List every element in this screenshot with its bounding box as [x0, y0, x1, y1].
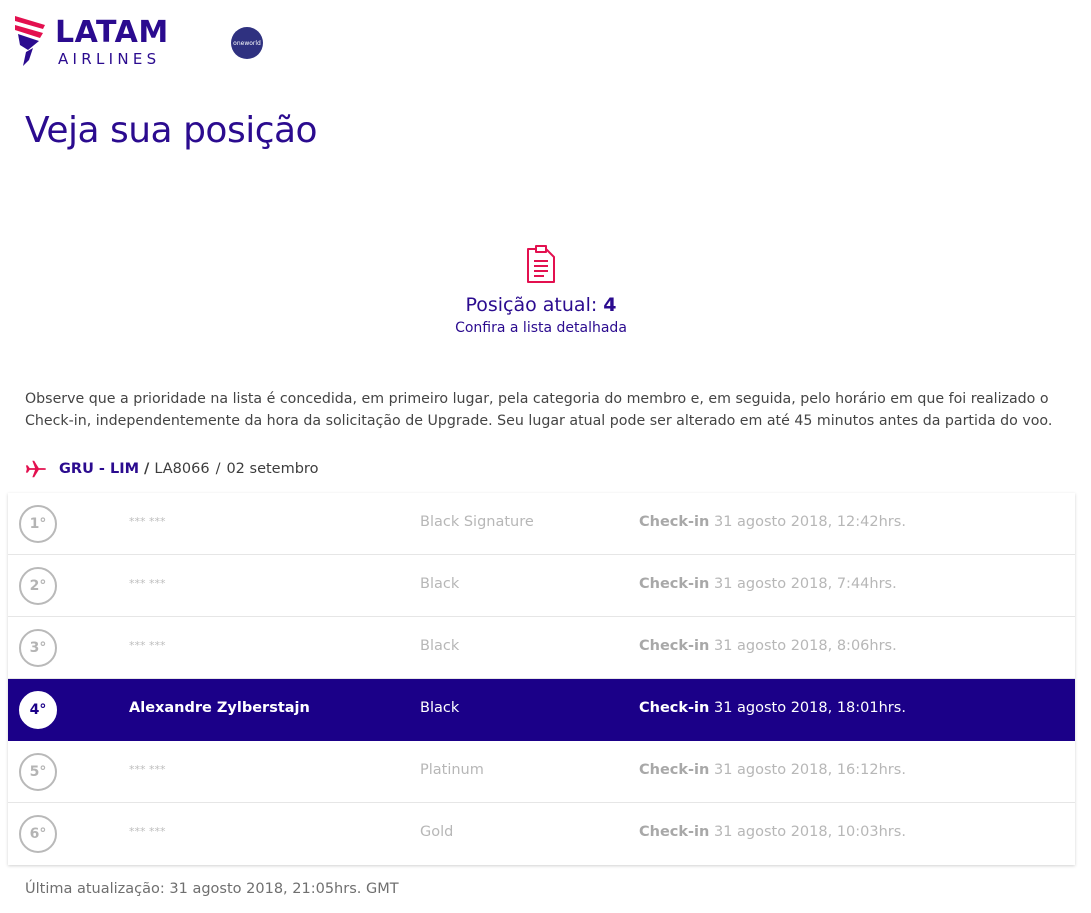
checkin-time: Check-in 31 agosto 2018, 12:42hrs.: [639, 514, 906, 530]
member-category: Black: [420, 638, 460, 654]
member-category: Black: [420, 576, 460, 592]
checkin-value: 31 agosto 2018, 10:03hrs.: [713, 824, 906, 840]
checkin-label: Check-in: [639, 824, 710, 840]
flight-separator: /: [144, 461, 150, 477]
priority-note: Observe que a prioridade na lista é conc…: [25, 391, 1053, 429]
rank-badge: 2°: [19, 567, 57, 605]
upgrade-waitlist: 1° *** *** Black Signature Check-in 31 agos…: [8, 493, 1075, 865]
checkin-label: Check-in: [639, 700, 710, 716]
checkin-time: Check-in 31 agosto 2018, 7:44hrs.: [639, 576, 897, 592]
rank-badge: 3°: [19, 629, 57, 667]
passenger-name: *** ***: [129, 639, 166, 652]
current-position-value: 4: [603, 294, 617, 316]
current-position-label: Posição atual:: [465, 294, 598, 316]
checkin-time: Check-in 31 agosto 2018, 18:01hrs.: [639, 700, 906, 716]
table-row: 2° *** *** Black Check-in 31 agosto 2018, 7…: [8, 555, 1075, 617]
rank-badge: 1°: [19, 505, 57, 543]
table-row: 1° *** *** Black Signature Check-in 31 agos…: [8, 493, 1075, 555]
oneworld-badge: oneworld: [231, 27, 263, 59]
position-summary: Posição atual: 4 Confira a lista detalha…: [0, 244, 1082, 336]
checkin-label: Check-in: [639, 638, 710, 654]
flight-route: GRU - LIM: [59, 461, 140, 477]
passenger-name: *** ***: [129, 577, 166, 590]
passenger-name: *** ***: [129, 825, 166, 838]
document-list-icon: [527, 245, 555, 283]
rank-badge: 4°: [19, 691, 57, 729]
checkin-time: Check-in 31 agosto 2018, 10:03hrs.: [639, 824, 906, 840]
last-update: Última atualização: 31 agosto 2018, 21:0…: [25, 881, 399, 897]
header: LATAM AIRLINES oneworld: [0, 0, 1091, 100]
page-title: Veja sua posição: [25, 110, 318, 151]
table-row: 6° *** *** Gold Check-in 31 agosto 2018, 10…: [8, 803, 1075, 865]
airplane-icon: [25, 460, 47, 478]
checkin-value: 31 agosto 2018, 16:12hrs.: [713, 762, 906, 778]
checkin-label: Check-in: [639, 576, 710, 592]
flight-info: GRU - LIM / LA8066 / 02 setembro: [25, 456, 318, 482]
latam-logo-icon: [15, 16, 45, 66]
passenger-name: *** ***: [129, 763, 166, 776]
brand-name: LATAM: [55, 15, 169, 50]
checkin-value: 31 agosto 2018, 7:44hrs.: [713, 576, 897, 592]
checkin-value: 31 agosto 2018, 18:01hrs.: [713, 700, 906, 716]
rank-badge: 5°: [19, 753, 57, 791]
table-row: 3° *** *** Black Check-in 31 agosto 2018, 8…: [8, 617, 1075, 679]
table-row: 4° Alexandre Zylberstajn Black Check-in 31 …: [8, 679, 1075, 741]
checkin-value: 31 agosto 2018, 8:06hrs.: [713, 638, 897, 654]
brand-subtitle: AIRLINES: [58, 50, 161, 68]
member-category: Black: [420, 700, 460, 716]
flight-separator-2: /: [215, 461, 221, 477]
checkin-time: Check-in 31 agosto 2018, 16:12hrs.: [639, 762, 906, 778]
passenger-name: *** ***: [129, 515, 166, 528]
current-position: Posição atual: 4: [0, 293, 1082, 317]
table-row: 5° *** *** Platinum Check-in 31 agosto 2018…: [8, 741, 1075, 803]
checkin-label: Check-in: [639, 762, 710, 778]
passenger-name: Alexandre Zylberstajn: [129, 700, 310, 716]
member-category: Gold: [420, 824, 454, 840]
checkin-label: Check-in: [639, 514, 710, 530]
detailed-list-link[interactable]: Confira a lista detalhada: [455, 320, 627, 336]
member-category: Platinum: [420, 762, 484, 778]
checkin-time: Check-in 31 agosto 2018, 8:06hrs.: [639, 638, 897, 654]
rank-badge: 6°: [19, 815, 57, 853]
checkin-value: 31 agosto 2018, 12:42hrs.: [713, 514, 906, 530]
flight-date: 02 setembro: [226, 461, 319, 477]
member-category: Black Signature: [420, 514, 534, 530]
flight-number: LA8066: [154, 461, 210, 477]
